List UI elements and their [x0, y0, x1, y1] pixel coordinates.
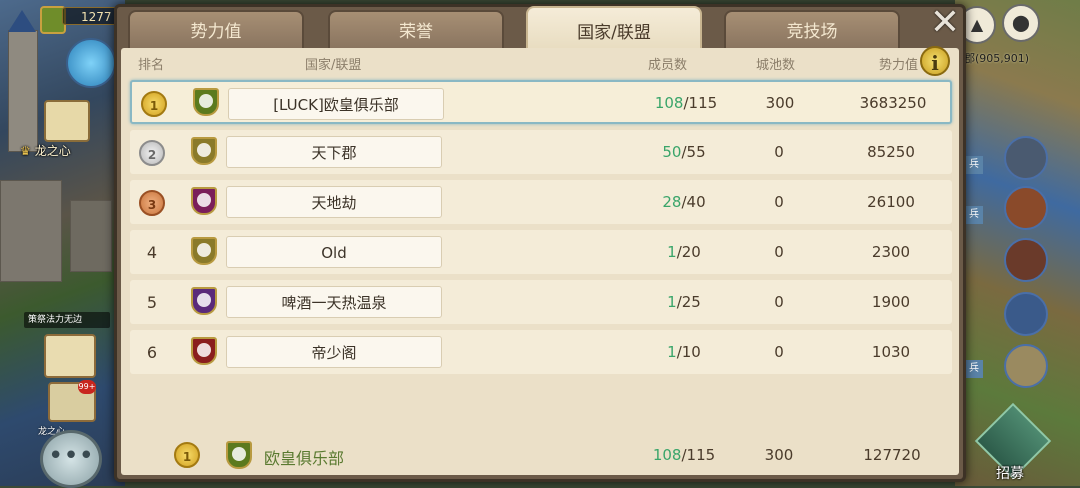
chat-button[interactable]: •••: [40, 430, 102, 488]
hero-portrait[interactable]: [1004, 136, 1048, 180]
city-count: 0: [774, 343, 784, 361]
power-value: 26100: [867, 193, 915, 211]
city-count: 0: [774, 193, 784, 211]
rank-number: 4: [146, 243, 158, 262]
power-value: 1030: [871, 343, 911, 361]
gold-medal-icon: 1: [141, 91, 167, 117]
ranking-row[interactable]: 5 啤酒一天热温泉 1/25 0 1900: [130, 280, 952, 324]
recruit-label[interactable]: 招募: [996, 463, 1024, 483]
alliance-flag-icon: [191, 237, 217, 265]
troop-label: 兵: [965, 360, 983, 378]
power-value: 85250: [867, 143, 915, 161]
ranking-row[interactable]: 3 天地劫 28/40 0 26100: [130, 180, 952, 224]
flag-emblem-icon: [197, 243, 211, 257]
header-power: 势力值: [879, 58, 919, 73]
tab-honor[interactable]: 荣誉: [328, 10, 504, 48]
hero-portrait[interactable]: [1004, 238, 1048, 282]
alliance-name: 天地劫: [226, 186, 442, 218]
ranking-row[interactable]: 6 帝少阁 1/10 0 1030: [130, 330, 952, 374]
troop-label: 兵: [965, 156, 983, 174]
alliance-name: 天下郡: [226, 136, 442, 168]
flag-emblem-icon: [197, 293, 211, 307]
ranking-row[interactable]: 4 Old 1/20 0 2300: [130, 230, 952, 274]
flag-emblem-icon: [232, 447, 246, 461]
rank-number: 6: [146, 343, 158, 362]
ranking-row[interactable]: 1 [LUCK]欧皇俱乐部 108/115 300 3683250: [130, 80, 952, 124]
map-scroll-icon[interactable]: [44, 334, 96, 378]
member-count: 50/55: [662, 143, 706, 161]
my-power-value: 127720: [863, 446, 921, 464]
alliance-flag-icon: [191, 287, 217, 315]
city-count: 0: [774, 293, 784, 311]
flag-emblem-icon: [197, 193, 211, 207]
flag-emblem-icon: [197, 343, 211, 357]
tip-banner[interactable]: 策祭法力无边: [24, 312, 110, 328]
alliance-name: [LUCK]欧皇俱乐部: [228, 88, 444, 120]
city-count: 0: [774, 243, 784, 261]
tab-nation-alliance[interactable]: 国家/联盟: [526, 6, 702, 50]
map-pin-icon[interactable]: ⬤: [1002, 4, 1040, 42]
close-icon[interactable]: ✕: [928, 5, 962, 42]
tab-power[interactable]: 势力值: [128, 10, 304, 48]
troop-label: 兵: [965, 206, 983, 224]
header-rank: 排名: [138, 58, 165, 73]
flag-emblem-icon: [197, 143, 211, 157]
info-icon[interactable]: i: [920, 46, 950, 76]
city-count: 300: [765, 94, 795, 112]
power-value: 1900: [871, 293, 911, 311]
alliance-name: 啤酒一天热温泉: [226, 286, 442, 318]
flag-emblem-icon: [199, 94, 213, 108]
location-label[interactable]: ♛ 龙之心: [20, 142, 71, 159]
my-member-count: 108/115: [652, 446, 716, 464]
alliance-name: Old: [226, 236, 442, 268]
castle-wall: [70, 200, 112, 272]
hero-portrait[interactable]: [1004, 292, 1048, 336]
my-city-count: 300: [764, 446, 794, 464]
bronze-medal-icon: 3: [139, 190, 165, 216]
alliance-flag-icon: [191, 187, 217, 215]
quest-scroll-icon[interactable]: [44, 100, 90, 142]
my-alliance-name: 欧皇俱乐部: [264, 449, 345, 468]
city-count: 0: [774, 143, 784, 161]
resource-counter: 1277: [62, 7, 122, 25]
power-value: 3683250: [859, 94, 927, 112]
gem-icon[interactable]: [66, 38, 116, 88]
alliance-flag-icon: [226, 441, 252, 469]
member-count: 1/10: [667, 343, 701, 361]
gold-medal-icon: 1: [174, 442, 200, 468]
member-count: 108/115: [654, 94, 718, 112]
tab-arena[interactable]: 竞技场: [724, 10, 900, 48]
ranking-row[interactable]: 2 天下郡 50/55 0 85250: [130, 130, 952, 174]
silver-medal-icon: 2: [139, 140, 165, 166]
header-members: 成员数: [648, 58, 688, 73]
castle-wall: [0, 180, 62, 282]
hero-portrait[interactable]: [1004, 186, 1048, 230]
alliance-flag-icon: [193, 88, 219, 116]
notification-badge: 99+: [78, 380, 96, 394]
crown-icon: ♛: [20, 144, 31, 158]
alliance-name: 帝少阁: [226, 336, 442, 368]
member-count: 28/40: [662, 193, 706, 211]
rank-number: 5: [146, 293, 158, 312]
header-cities: 城池数: [756, 58, 796, 73]
power-value: 2300: [871, 243, 911, 261]
member-count: 1/20: [667, 243, 701, 261]
hero-portrait[interactable]: [1004, 344, 1048, 388]
header-name: 国家/联盟: [305, 58, 362, 73]
alliance-flag-icon: [191, 137, 217, 165]
castle-roof: [8, 10, 36, 32]
alliance-flag-icon: [191, 337, 217, 365]
map-coordinates: 郡(905,901): [964, 52, 1030, 65]
castle-tower: [8, 30, 38, 152]
member-count: 1/25: [667, 293, 701, 311]
